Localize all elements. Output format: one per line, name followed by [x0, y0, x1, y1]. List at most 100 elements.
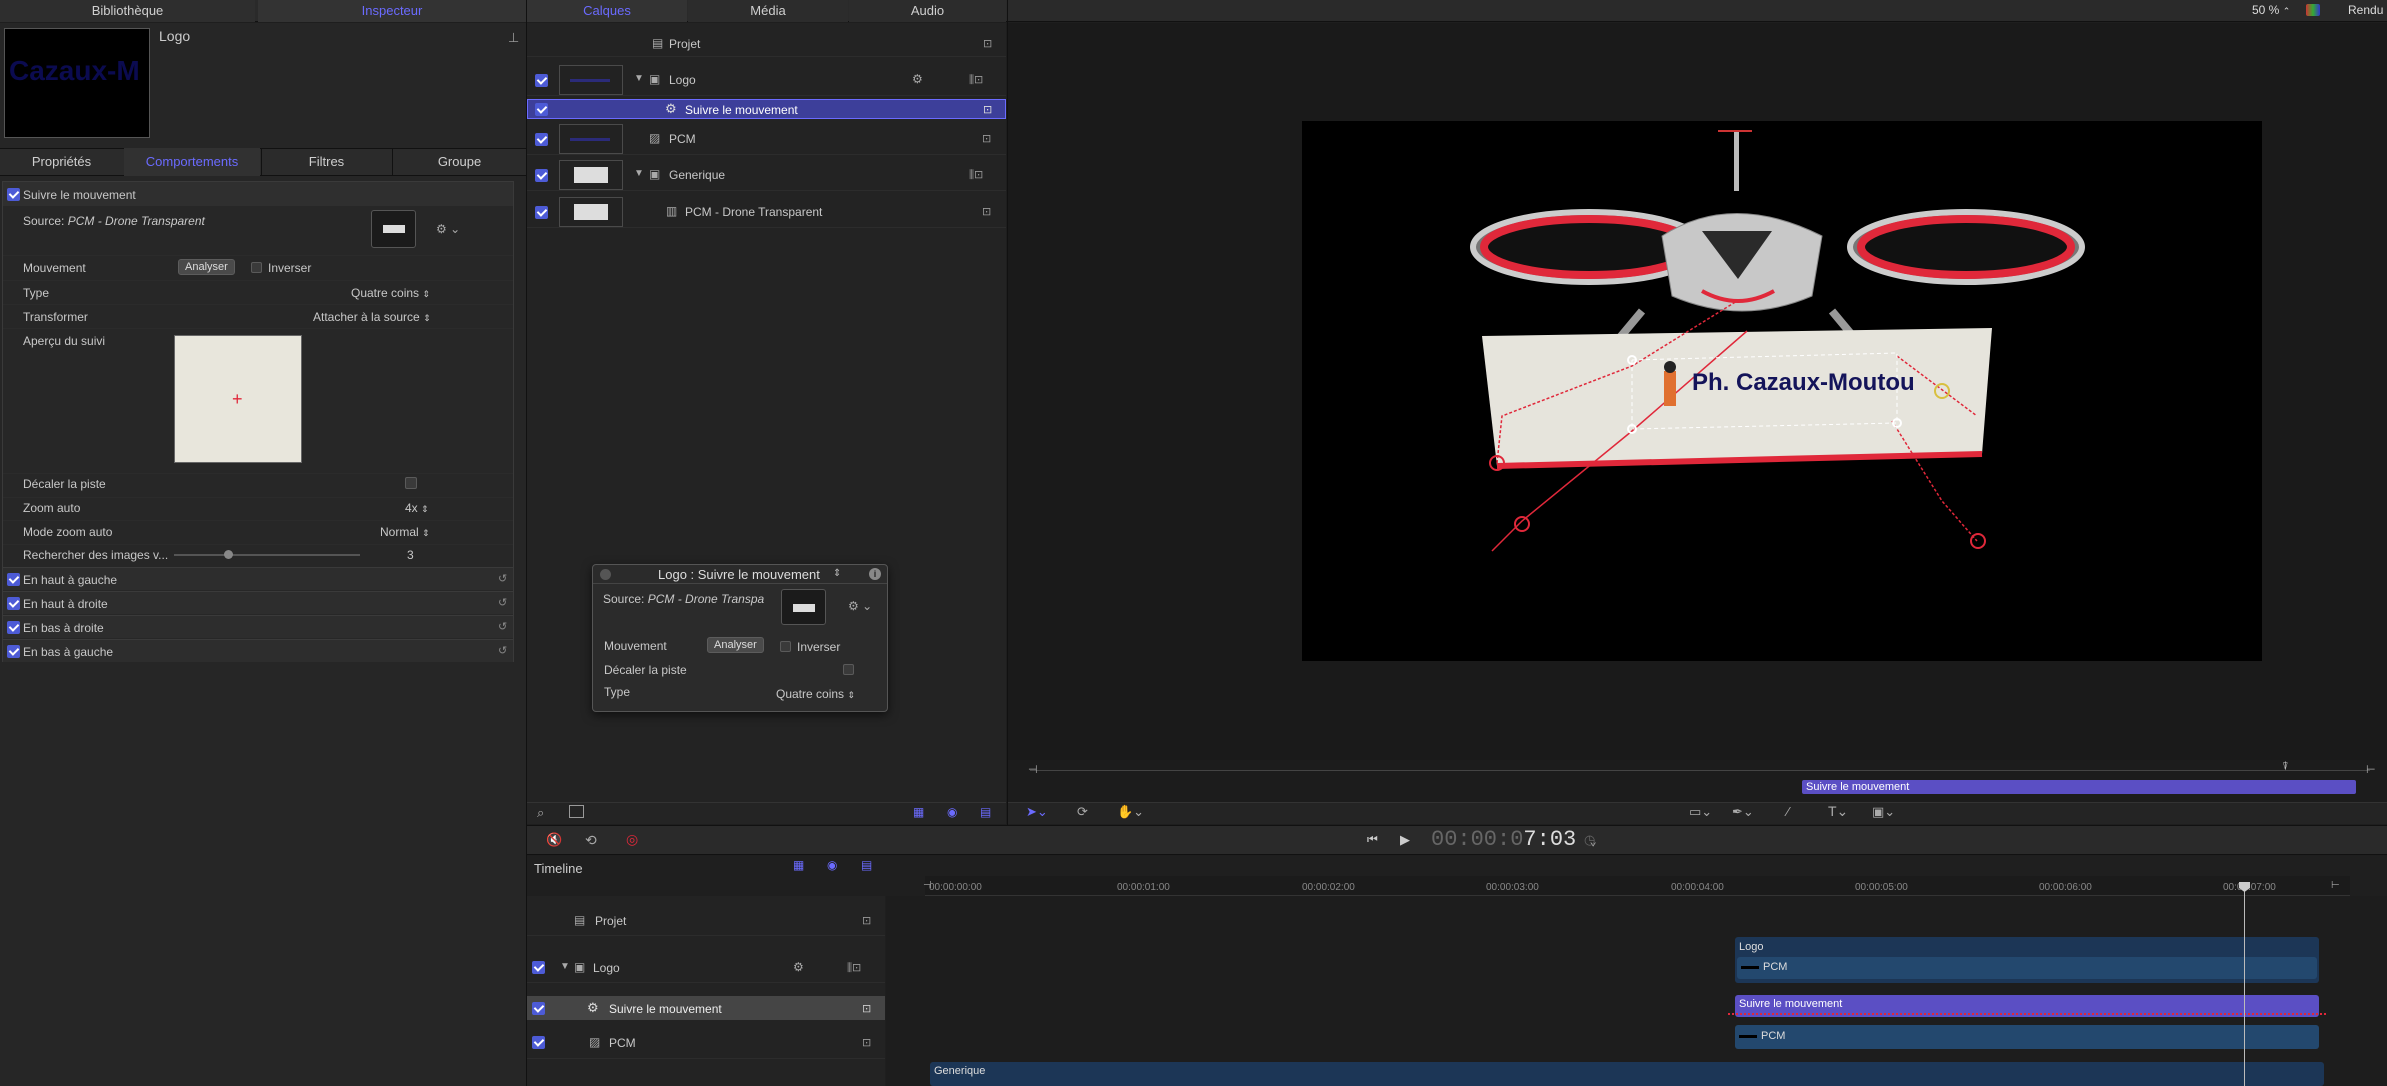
type-select[interactable]: Quatre coins ⇕: [351, 286, 430, 300]
tab-library[interactable]: Bibliothèque: [0, 0, 255, 22]
gear-menu-icon[interactable]: ⚙ ⌄: [436, 222, 460, 236]
mask-tool-icon[interactable]: ▣⌄: [1872, 804, 1895, 820]
timeline-row-project[interactable]: ▤ Projet ⊡: [527, 904, 885, 936]
behavior-enable-checkbox[interactable]: [7, 188, 20, 201]
grid-view-icon[interactable]: ▦: [793, 858, 804, 872]
disclosure-triangle-icon[interactable]: ▼: [634, 73, 644, 84]
tab-group[interactable]: Groupe: [392, 148, 526, 176]
hud-source-well[interactable]: [781, 589, 826, 625]
lock-icon[interactable]: ⊡: [983, 37, 992, 50]
layer-row-track-behavior[interactable]: ⚙ Suivre le mouvement ⊡: [527, 99, 1006, 119]
zoom-menu[interactable]: 50 % ⌃: [2252, 3, 2290, 17]
stack-view-icon[interactable]: ▤: [861, 858, 872, 872]
lock-icon[interactable]: ⊡: [982, 132, 991, 145]
transform-tool-icon[interactable]: ⟳: [1077, 804, 1088, 820]
search-icon[interactable]: ⌕: [537, 805, 544, 821]
corner-checkbox[interactable]: [7, 621, 20, 634]
invert-checkbox[interactable]: [251, 262, 262, 273]
lock-icon[interactable]: ⫼⊡: [969, 168, 983, 182]
hud-invert-checkbox[interactable]: [780, 641, 791, 652]
gear-icon[interactable]: ⚙: [793, 960, 804, 974]
shape-tool-icon[interactable]: ▭⌄: [1689, 804, 1712, 820]
ruler-end-icon[interactable]: ⊢: [2331, 880, 2340, 891]
layer-visibility-checkbox[interactable]: [535, 103, 548, 116]
reset-icon[interactable]: ↺: [498, 644, 507, 657]
source-well[interactable]: [371, 210, 416, 248]
autozoom-select[interactable]: 4x ⇕: [405, 501, 429, 515]
tab-inspector[interactable]: Inspecteur: [258, 0, 526, 22]
out-point-icon[interactable]: ⊢: [2366, 763, 2376, 776]
circle-view-icon[interactable]: ◉: [947, 805, 957, 819]
playhead-marker-icon[interactable]: ⍒: [2282, 761, 2289, 774]
lock-icon[interactable]: ⊡: [862, 1036, 871, 1049]
hud-offset-checkbox[interactable]: [843, 664, 854, 675]
updown-icon[interactable]: ⇕: [833, 568, 841, 579]
render-menu[interactable]: Rendu: [2348, 3, 2383, 17]
disclosure-triangle-icon[interactable]: ▼: [560, 961, 570, 972]
panel-toggle-icon[interactable]: [569, 805, 584, 818]
lock-icon[interactable]: ⊡: [862, 1002, 871, 1015]
info-icon[interactable]: i: [869, 568, 881, 580]
track-logo[interactable]: Logo PCM: [1735, 937, 2319, 983]
grid-view-icon[interactable]: ▦: [913, 805, 924, 819]
tab-media[interactable]: Média: [688, 0, 848, 22]
lock-icon[interactable]: ⊡: [982, 205, 991, 218]
hud-close-icon[interactable]: [600, 569, 611, 580]
stack-view-icon[interactable]: ▤: [980, 805, 991, 819]
gear-icon[interactable]: ⚙: [912, 72, 923, 86]
in-point-icon[interactable]: ⊣: [1028, 763, 1038, 776]
lock-icon[interactable]: ⫼⊡: [969, 73, 983, 87]
layer-row-project[interactable]: ▤ Projet ⊡: [527, 31, 1006, 57]
lock-icon[interactable]: ⫼⊡: [847, 961, 861, 975]
layer-row-pcm[interactable]: ▨ PCM ⊡: [527, 123, 1006, 155]
pen-tool-icon[interactable]: ✒⌄: [1732, 804, 1754, 820]
speed-icon[interactable]: ◷: [1584, 832, 1595, 848]
layer-visibility-checkbox[interactable]: [532, 1036, 545, 1049]
reset-icon[interactable]: ↺: [498, 572, 507, 585]
layer-visibility-checkbox[interactable]: [535, 169, 548, 182]
reset-icon[interactable]: ↺: [498, 596, 507, 609]
hud-analyze-button[interactable]: Analyser: [707, 637, 764, 653]
search-frames-slider[interactable]: [174, 550, 360, 559]
layer-row-logo[interactable]: ▼ ▣ Logo ⚙ ⫼⊡: [527, 64, 1006, 96]
mini-behavior-track[interactable]: Suivre le mouvement: [1802, 780, 2356, 794]
color-menu[interactable]: [2306, 4, 2320, 16]
canvas-viewport[interactable]: Ph. Cazaux-Moutou: [1302, 121, 2262, 661]
track-behavior[interactable]: Suivre le mouvement: [1728, 995, 2326, 1017]
slider-knob[interactable]: [224, 550, 233, 559]
lock-icon[interactable]: ⊡: [983, 103, 992, 116]
pin-icon[interactable]: ⊥: [508, 30, 519, 46]
corner-checkbox[interactable]: [7, 645, 20, 658]
select-tool-icon[interactable]: ➤⌄: [1026, 804, 1048, 820]
tab-audio[interactable]: Audio: [849, 0, 1006, 22]
tab-properties[interactable]: Propriétés: [0, 148, 123, 176]
text-tool-icon[interactable]: T⌄: [1828, 803, 1848, 820]
autozoom-mode-select[interactable]: Normal ⇕: [380, 525, 430, 539]
timeline-row-behavior[interactable]: ⚙ Suivre le mouvement ⊡: [527, 996, 885, 1020]
timeline-row-pcm[interactable]: ▨ PCM ⊡: [527, 1027, 885, 1059]
go-to-start-icon[interactable]: ⏮: [1367, 832, 1378, 847]
record-icon[interactable]: ◎: [626, 831, 638, 848]
gear-menu-icon[interactable]: ⚙ ⌄: [848, 599, 872, 613]
analyze-button[interactable]: Analyser: [178, 259, 235, 275]
circle-view-icon[interactable]: ◉: [827, 858, 837, 872]
layer-visibility-checkbox[interactable]: [535, 74, 548, 87]
layer-visibility-checkbox[interactable]: [532, 1002, 545, 1015]
keyframe-line[interactable]: [1728, 1013, 2326, 1015]
corner-row[interactable]: En haut à gauche ↺: [3, 567, 513, 590]
timecode-display[interactable]: 00:00:07:03 ⌄: [1431, 827, 1597, 852]
track-generique[interactable]: Generique: [930, 1062, 2324, 1086]
mini-ruler[interactable]: [1030, 770, 2370, 771]
corner-row[interactable]: En haut à droite ↺: [3, 591, 513, 614]
layer-row-generique[interactable]: ▼ ▣ Generique ⫼⊡: [527, 159, 1006, 191]
disclosure-triangle-icon[interactable]: ▼: [634, 168, 644, 179]
hand-tool-icon[interactable]: ✋⌄: [1117, 804, 1144, 820]
track-pcm-inner[interactable]: PCM: [1737, 957, 2317, 979]
layer-visibility-checkbox[interactable]: [532, 961, 545, 974]
transform-select[interactable]: Attacher à la source ⇕: [313, 310, 431, 324]
track-pcm[interactable]: PCM: [1735, 1025, 2319, 1049]
play-icon[interactable]: ▶: [1400, 832, 1410, 848]
corner-checkbox[interactable]: [7, 597, 20, 610]
tab-filters[interactable]: Filtres: [261, 148, 391, 176]
playhead[interactable]: [2244, 882, 2245, 1086]
